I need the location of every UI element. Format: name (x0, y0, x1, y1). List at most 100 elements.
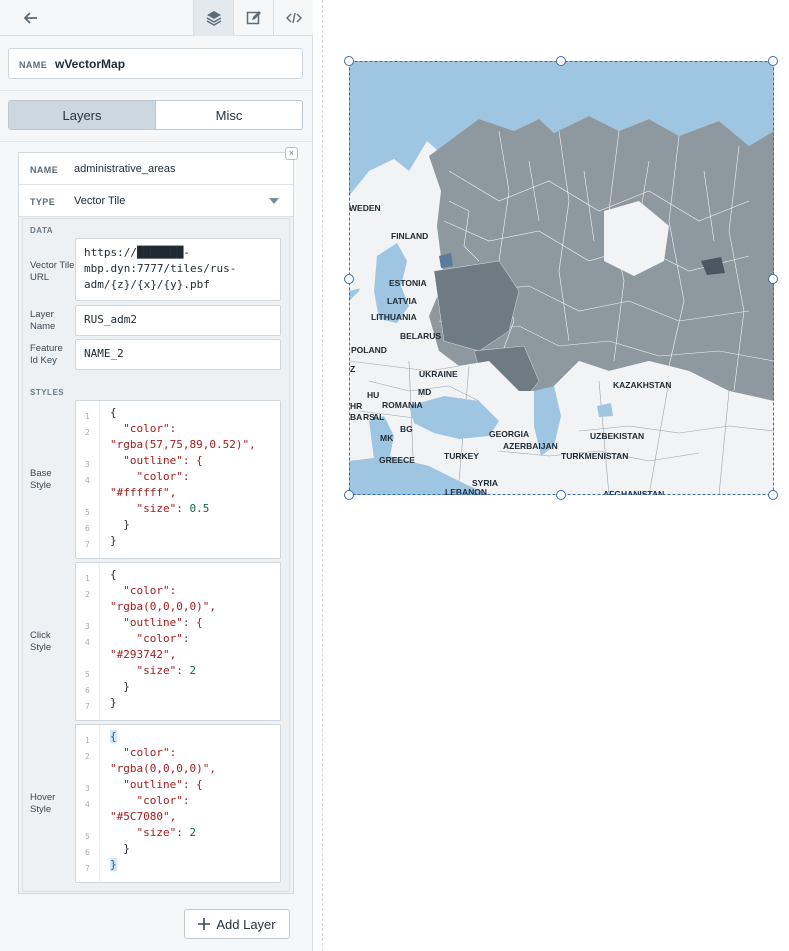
code-line: "rgba(0,0,0,0)", (110, 762, 216, 775)
resize-handle-sw[interactable] (344, 490, 354, 500)
style-label: Base Style (30, 468, 52, 491)
line-number: 2 (85, 428, 90, 437)
layer-name-field-label: Layer Name (30, 309, 56, 332)
add-layer-label: Add Layer (216, 916, 276, 932)
feature-id-key-label: Feature Id Key (30, 343, 63, 366)
code-line: "size": 2 (136, 826, 197, 839)
resize-handle-ne[interactable] (768, 56, 778, 66)
code-line: "color": (123, 584, 177, 597)
panel-toolbar (0, 0, 313, 36)
add-layer-button[interactable]: Add Layer (184, 909, 290, 939)
vector-tile-url-label: Vector Tile URL (30, 260, 75, 283)
code-line: "color": (136, 632, 190, 645)
line-number: 5 (85, 508, 90, 517)
code-line: } (110, 518, 130, 531)
line-number: 4 (85, 476, 90, 485)
resize-handle-e[interactable] (768, 274, 778, 284)
line-number: 1 (85, 574, 90, 583)
code-line: "rgba(0,0,0,0)", (110, 600, 216, 613)
chevron-down-icon (269, 198, 279, 204)
layer-type-value: Vector Tile (74, 195, 126, 207)
layer-name-field[interactable]: NAME administrative_areas (19, 153, 293, 185)
code-line: } (110, 858, 117, 871)
style-label: Click Style (30, 630, 52, 653)
layer-type-select[interactable]: TYPE Vector Tile (19, 185, 293, 217)
code-line: "size": 0.5 (136, 502, 210, 515)
layers-icon[interactable] (193, 0, 233, 36)
code-line: { (110, 730, 117, 743)
widget-name-label: NAME (19, 60, 48, 70)
style-json-editor[interactable]: 1 2 3 4 5 6 7{ "color": "rgba(57,75,89,0.52)", … (75, 400, 281, 559)
selection-outline (349, 61, 774, 495)
code-line: { (110, 406, 117, 419)
line-number: 7 (85, 702, 90, 711)
code-line: { (110, 568, 117, 581)
code-line: } (110, 842, 130, 855)
code-line: "color": (123, 422, 177, 435)
code-line: "outline": { (123, 778, 203, 791)
styles-section-heading: STYLES (30, 388, 65, 397)
resize-handle-s[interactable] (556, 490, 566, 500)
line-number: 6 (85, 524, 90, 533)
line-number: 1 (85, 412, 90, 421)
resize-handle-n[interactable] (556, 56, 566, 66)
layer-name-label: NAME (30, 165, 59, 175)
layer-name-value: administrative_areas (74, 163, 176, 175)
line-number: 3 (85, 622, 90, 631)
style-json-editor[interactable]: 1 2 3 4 5 6 7 { "color": "rgba(0,0,0,0)", "outli… (75, 562, 281, 721)
line-number: 4 (85, 638, 90, 647)
code-icon[interactable] (273, 0, 313, 36)
line-number: 6 (85, 848, 90, 857)
tab-misc[interactable]: Misc (156, 101, 302, 129)
back-arrow-icon[interactable] (22, 9, 40, 27)
line-number: 6 (85, 686, 90, 695)
code-line: "rgba(57,75,89,0.52)", (110, 438, 256, 451)
line-number: 4 (85, 800, 90, 809)
code-line: } (110, 680, 130, 693)
remove-layer-close-icon[interactable]: × (285, 147, 298, 160)
resize-handle-se[interactable] (768, 490, 778, 500)
code-line: "outline": { (123, 454, 203, 467)
panel-tabs: Layers Misc (8, 100, 303, 130)
section-divider (0, 141, 313, 142)
widget-name-value: wVectorMap (55, 57, 126, 71)
line-number: 2 (85, 590, 90, 599)
code-line: "#5C7080", (110, 810, 177, 823)
properties-panel: NAME wVectorMap Layers Misc NAME adminis… (0, 0, 313, 951)
line-number: 3 (85, 460, 90, 469)
layer-type-label: TYPE (30, 197, 56, 207)
url-line: https://███████- (84, 246, 190, 259)
code-line: } (110, 696, 117, 709)
vector-map-widget[interactable]: WEDEN FINLAND ESTONIA LATVIA LITHUANIA BELARU… (348, 61, 775, 499)
line-number: 5 (85, 832, 90, 841)
code-line: "color": (136, 470, 190, 483)
widget-name-field[interactable]: NAME wVectorMap (8, 48, 303, 79)
line-number: 3 (85, 784, 90, 793)
style-json-editor[interactable]: 1 2 3 4 5 6 7 { "color": "rgba(0,0,0,0)", "outli… (75, 724, 281, 883)
line-number: 1 (85, 736, 90, 745)
code-line: } (110, 534, 117, 547)
code-line: "color": (123, 746, 177, 759)
line-number: 2 (85, 752, 90, 761)
line-number: 7 (85, 864, 90, 873)
code-line: "size": 2 (136, 664, 197, 677)
resize-handle-nw[interactable] (344, 56, 354, 66)
data-section-heading: DATA (30, 226, 54, 235)
resize-handle-w[interactable] (344, 274, 354, 284)
canvas-divider (322, 0, 323, 951)
layer-name-input[interactable]: RUS_adm2 (75, 305, 281, 336)
tab-layers[interactable]: Layers (9, 101, 156, 129)
line-number: 5 (85, 670, 90, 679)
code-line: "#293742", (110, 648, 177, 661)
code-line: "color": (136, 794, 190, 807)
url-line: adm/{z}/{x}/{y}.pbf (84, 278, 210, 291)
vector-tile-url-input[interactable]: https://███████- mbp.dyn:7777/tiles/rus-… (75, 238, 281, 301)
code-line: "#ffffff", (110, 486, 177, 499)
section-divider (0, 90, 313, 91)
feature-id-key-input[interactable]: NAME_2 (75, 339, 281, 370)
style-label: Hover Style (30, 792, 56, 815)
code-line: "outline": { (123, 616, 203, 629)
line-number: 7 (85, 540, 90, 549)
url-line: mbp.dyn:7777/tiles/rus- (84, 262, 237, 275)
edit-icon[interactable] (233, 0, 273, 36)
